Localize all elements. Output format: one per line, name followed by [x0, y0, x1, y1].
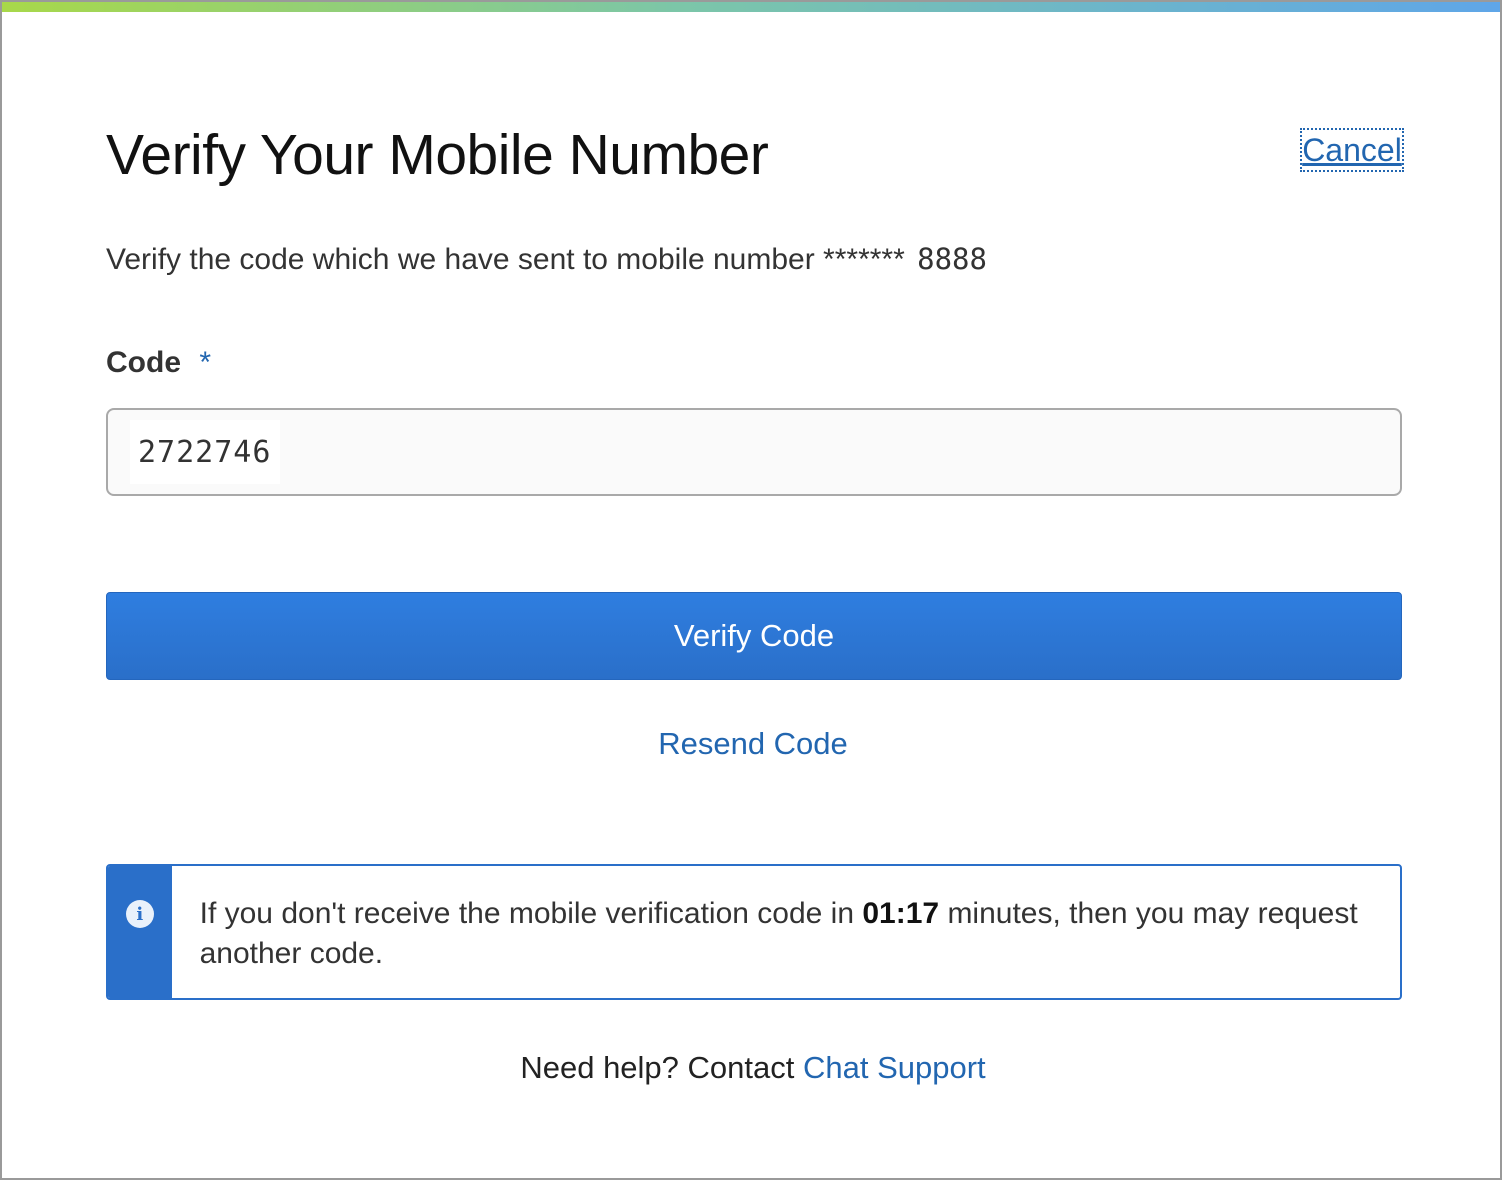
resend-code-label[interactable]: Resend Code — [658, 726, 848, 761]
help-prefix: Need help? Contact — [520, 1050, 803, 1085]
verification-dialog: Verify Your Mobile Number Cancel Verify … — [0, 0, 1502, 1180]
required-marker: * — [199, 346, 212, 379]
top-accent-bar — [2, 2, 1500, 12]
code-input[interactable] — [130, 420, 280, 484]
info-text-before: If you don't receive the mobile verifica… — [199, 897, 863, 930]
code-label-text: Code — [106, 346, 181, 379]
verification-description: Verify the code which we have sent to mo… — [106, 242, 987, 277]
code-field-label: Code * — [106, 346, 211, 380]
help-line: Need help? Contact Chat Support — [2, 1050, 1502, 1086]
countdown-timer: 01:17 — [862, 897, 940, 930]
page-title: Verify Your Mobile Number — [106, 123, 769, 187]
info-icon: i — [125, 900, 154, 928]
info-alert: i If you don't receive the mobile verifi… — [106, 864, 1402, 1000]
cancel-link[interactable]: Cancel — [1300, 128, 1404, 172]
masked-number-suffix: 8888 — [917, 242, 987, 276]
chat-support-link[interactable]: Chat Support — [803, 1050, 986, 1085]
verify-code-button[interactable]: Verify Code — [106, 592, 1402, 680]
description-text: Verify the code which we have sent to mo… — [106, 243, 905, 276]
code-input-wrapper — [106, 408, 1402, 496]
info-alert-text: If you don't receive the mobile verifica… — [172, 866, 1400, 998]
info-alert-sidebar: i — [108, 866, 172, 998]
resend-code-link: Resend Code — [2, 726, 1502, 762]
